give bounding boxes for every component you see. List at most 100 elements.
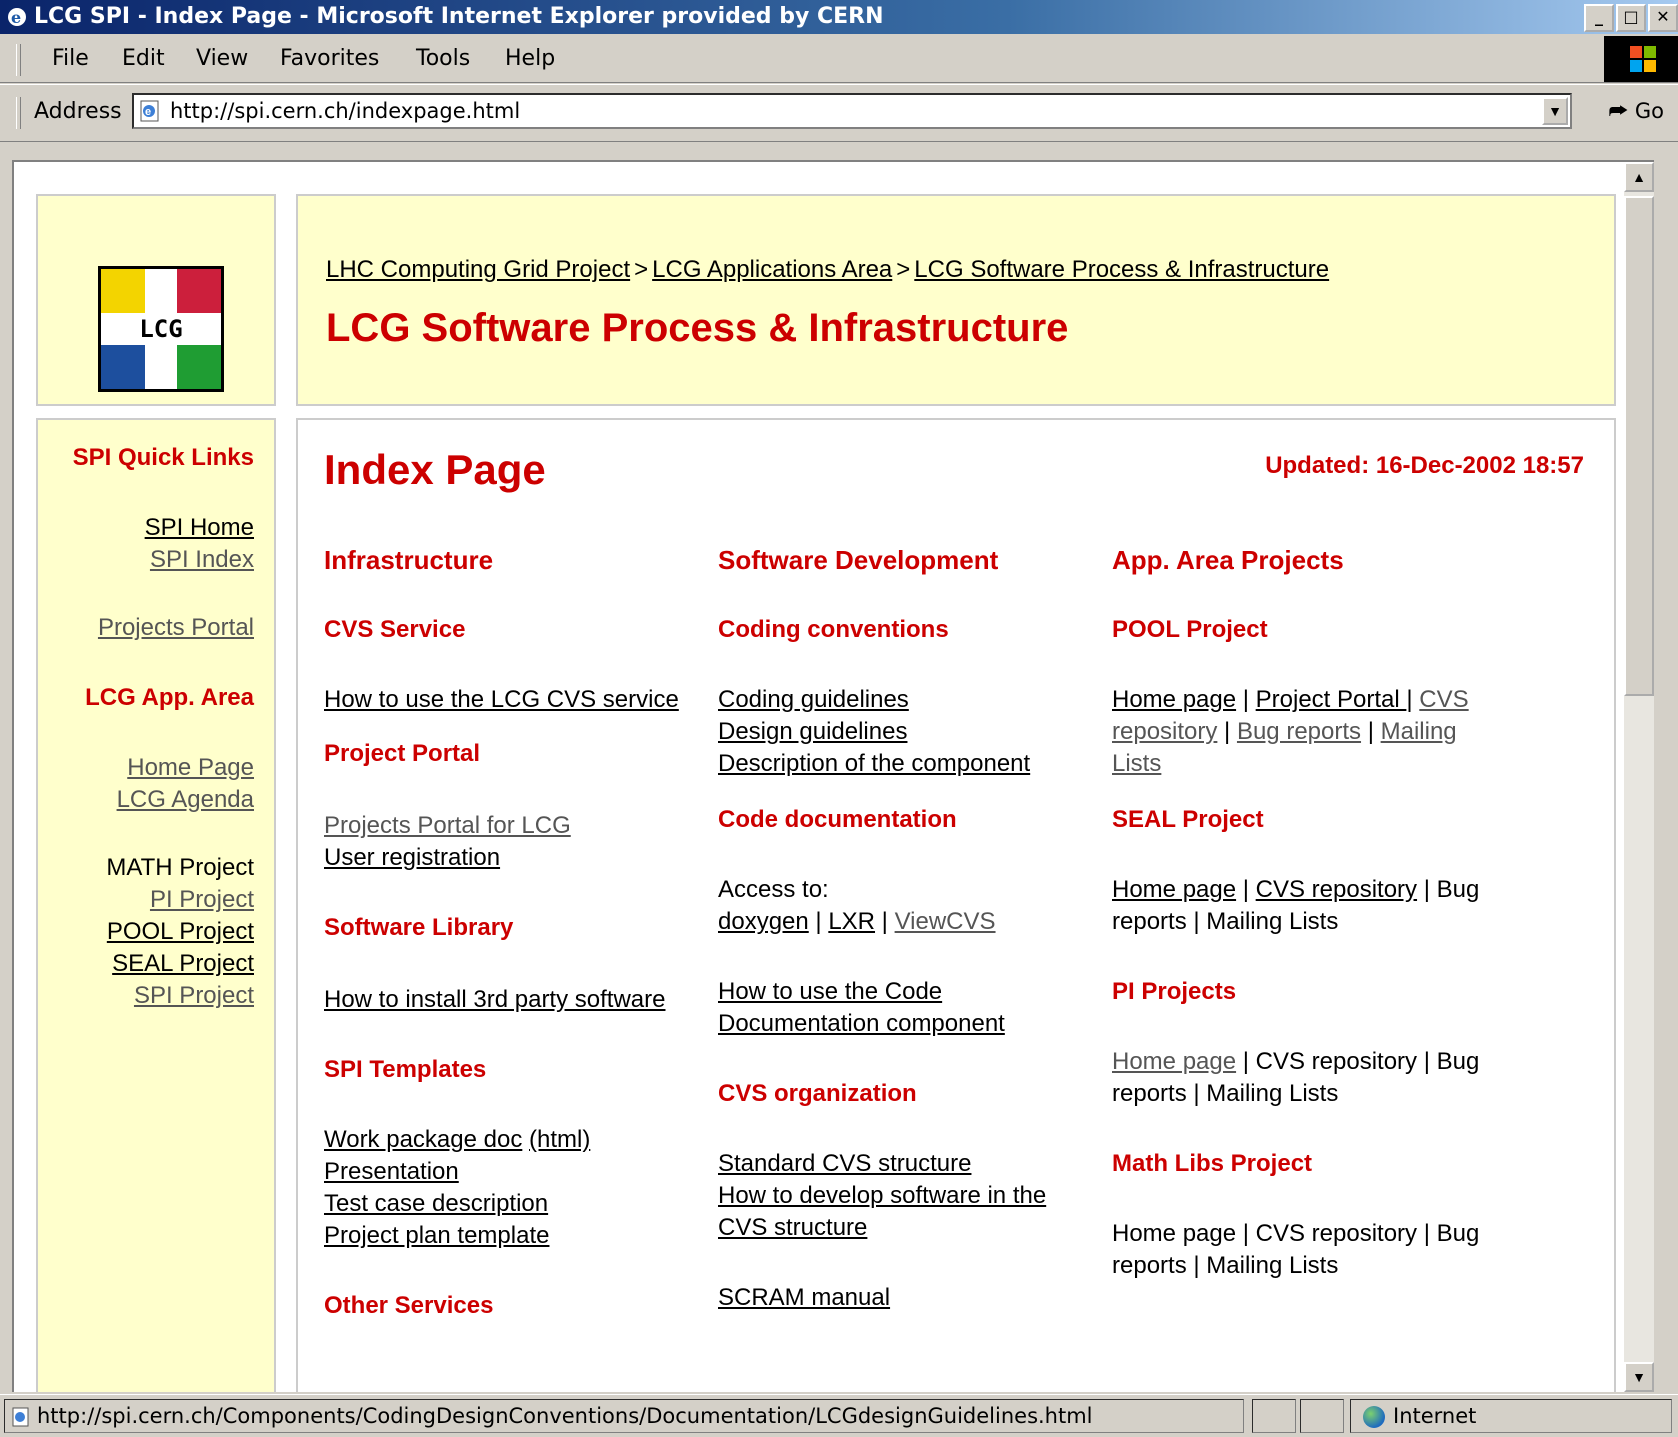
sidebar-seal-project[interactable]: SEAL Project [112, 950, 254, 977]
menu-edit[interactable]: Edit [122, 46, 165, 71]
project-portal-heading: Project Portal [324, 740, 481, 767]
status-text-panel: http://spi.cern.ch/Components/CodingDesi… [4, 1399, 1244, 1433]
pool-bugs-link[interactable]: Bug reports [1237, 718, 1361, 745]
address-field[interactable]: e ▼ [132, 93, 1572, 129]
breadcrumb-spi[interactable]: LCG Software Process & Infrastructure [914, 256, 1329, 283]
header-cell: LHC Computing Grid Project > LCG Applicati… [296, 194, 1616, 406]
install-software-link[interactable]: How to install 3rd party software [324, 986, 665, 1013]
go-button[interactable]: ⮫ Go [1609, 99, 1664, 124]
code-doc-howto-link[interactable]: How to use the Code [718, 978, 942, 1005]
toolbar-grip[interactable] [16, 44, 21, 76]
pool-mailing-link[interactable]: Mailing [1381, 718, 1457, 745]
page-title: Index Page [324, 446, 546, 493]
scram-manual-link[interactable]: SCRAM manual [718, 1284, 890, 1311]
user-registration-link[interactable]: User registration [324, 844, 500, 871]
pool-mailing-link[interactable]: Lists [1112, 750, 1161, 777]
sidebar-pool-project[interactable]: POOL Project [107, 918, 254, 945]
app-area-heading: LCG App. Area [85, 684, 254, 711]
doxygen-link[interactable]: doxygen [718, 908, 809, 935]
viewcvs-link[interactable]: ViewCVS [895, 908, 996, 935]
quick-links-heading: SPI Quick Links [72, 444, 254, 471]
menu-view[interactable]: View [196, 46, 248, 71]
close-button[interactable]: ✕ [1648, 4, 1678, 32]
breadcrumb-app-area[interactable]: LCG Applications Area [652, 256, 892, 283]
menu-tools[interactable]: Tools [416, 46, 470, 71]
pool-cvs-link[interactable]: repository [1112, 718, 1217, 745]
address-dropdown-button[interactable]: ▼ [1542, 97, 1568, 125]
sidebar-spi-index[interactable]: SPI Index [150, 546, 254, 573]
address-input[interactable] [170, 97, 1510, 125]
cvs-structure-link[interactable]: CVS structure [718, 1214, 867, 1241]
menu-help[interactable]: Help [505, 46, 555, 71]
status-panel [1252, 1399, 1296, 1433]
sidebar-spi-project[interactable]: SPI Project [134, 982, 254, 1009]
work-package-html-link[interactable]: (html) [529, 1126, 590, 1153]
toolbar-grip[interactable] [16, 97, 21, 129]
test-case-link[interactable]: Test case description [324, 1190, 548, 1217]
coding-guidelines-link[interactable]: Coding guidelines [718, 686, 909, 713]
pool-portal-link[interactable]: Project Portal [1256, 686, 1407, 713]
menu-bar: File Edit View Favorites Tools Help [0, 36, 1678, 83]
projects-portal-link[interactable]: Projects Portal for LCG [324, 812, 571, 839]
vertical-scrollbar[interactable]: ▲ ▼ [1624, 162, 1654, 1392]
page-icon [12, 1407, 29, 1427]
logo-cell: LCG [36, 194, 276, 406]
pool-project-heading: POOL Project [1112, 616, 1268, 643]
code-doc-component-link[interactable]: Documentation component [718, 1010, 1005, 1037]
status-bar: http://spi.cern.ch/Components/CodingDesi… [0, 1394, 1678, 1437]
design-guidelines-link[interactable]: Design guidelines [718, 718, 907, 745]
code-documentation-heading: Code documentation [718, 806, 957, 833]
sidebar: SPI Quick Links SPI Home SPI Index Proje… [36, 418, 276, 1392]
address-bar: Address e ▼ ⮫ Go [0, 84, 1678, 142]
cvs-organization-heading: CVS organization [718, 1080, 917, 1107]
pool-cvs-link[interactable]: CVS [1419, 686, 1468, 713]
window-title-bar[interactable]: e LCG SPI - Index Page - Microsoft Inter… [0, 0, 1678, 34]
lcg-logo: LCG [98, 266, 224, 392]
sidebar-lcg-agenda[interactable]: LCG Agenda [117, 786, 254, 813]
component-description-link[interactable]: Description of the component [718, 750, 1030, 777]
svg-text:e: e [145, 106, 151, 118]
project-plan-link[interactable]: Project plan template [324, 1222, 549, 1249]
svg-text:e: e [11, 8, 21, 27]
sidebar-projects-portal[interactable]: Projects Portal [98, 614, 254, 641]
lxr-link[interactable]: LXR [828, 908, 875, 935]
main-content: Index Page Updated: 16-Dec-2002 18:57 In… [296, 418, 1616, 1392]
menu-favorites[interactable]: Favorites [280, 46, 379, 71]
maximize-button[interactable]: □ [1616, 4, 1646, 32]
status-url: http://spi.cern.ch/Components/CodingDesi… [37, 1404, 1093, 1428]
sidebar-home-page[interactable]: Home Page [127, 754, 254, 781]
windows-logo-icon [1604, 36, 1678, 82]
scroll-up-arrow-icon[interactable]: ▲ [1624, 162, 1654, 192]
menu-file[interactable]: File [52, 46, 89, 71]
math-links-text: Home page | CVS repository | Bug [1112, 1220, 1480, 1247]
standard-cvs-structure-link[interactable]: Standard CVS structure [718, 1150, 971, 1177]
breadcrumb-lcg-grid[interactable]: LHC Computing Grid Project [326, 256, 630, 283]
window-title: LCG SPI - Index Page - Microsoft Interne… [34, 4, 884, 29]
math-libs-heading: Math Libs Project [1112, 1150, 1313, 1177]
scrollbar-thumb[interactable] [1624, 196, 1654, 696]
pi-home-link[interactable]: Home page [1112, 1048, 1236, 1075]
seal-cvs-link[interactable]: CVS repository [1256, 876, 1417, 903]
other-services-heading: Other Services [324, 1292, 494, 1319]
minimize-button[interactable]: _ [1584, 4, 1614, 32]
svg-text:LCG: LCG [139, 315, 182, 343]
pool-home-link[interactable]: Home page [1112, 686, 1236, 713]
seal-mailing-text: reports | Mailing Lists [1112, 908, 1339, 935]
seal-project-heading: SEAL Project [1112, 806, 1264, 833]
seal-home-link[interactable]: Home page [1112, 876, 1236, 903]
cvs-service-link[interactable]: How to use the LCG CVS service [324, 686, 679, 713]
page-viewport[interactable]: LCG LHC Computing Grid Project > LCG Appli… [12, 160, 1654, 1392]
develop-software-link[interactable]: How to develop software in the [718, 1182, 1046, 1209]
go-arrow-icon: ⮫ [1608, 99, 1629, 123]
app-area-projects-heading: App. Area Projects [1112, 545, 1344, 575]
work-package-doc-link[interactable]: Work package doc [324, 1126, 522, 1153]
presentation-link[interactable]: Presentation [324, 1158, 459, 1185]
breadcrumb-separator: > [634, 256, 649, 283]
page-icon: e [140, 100, 159, 122]
software-library-heading: Software Library [324, 914, 514, 941]
scroll-down-arrow-icon[interactable]: ▼ [1624, 1362, 1654, 1392]
sidebar-pi-project[interactable]: PI Project [150, 886, 254, 913]
pi-cvs-text: | CVS repository | Bug [1242, 1048, 1480, 1075]
sidebar-spi-home[interactable]: SPI Home [145, 514, 254, 541]
go-label: Go [1634, 99, 1664, 123]
